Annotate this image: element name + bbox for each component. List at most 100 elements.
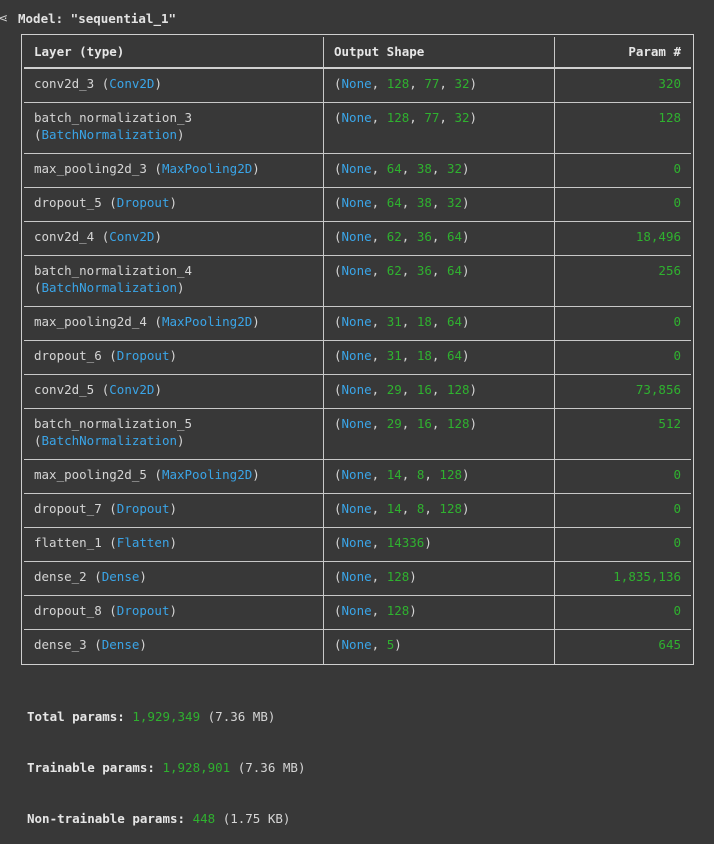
table-row: batch_normalization_5 (BatchNormalizatio… — [24, 409, 691, 460]
output-cell-marker-icon: ⋖ — [0, 11, 9, 25]
output-shape-cell: (None, 14336) — [323, 528, 554, 562]
total-params-line: Total params: 1,929,349 (7.36 MB) — [27, 708, 305, 725]
header-param-count: Param # — [554, 37, 691, 69]
shape-dim: 64 — [446, 314, 463, 329]
output-shape-cell: (None, 14, 8, 128) — [323, 494, 554, 528]
layer-name: batch_normalization_5 — [34, 416, 193, 431]
param-count-cell: 0 — [554, 528, 691, 562]
layer-cell: dropout_7 (Dropout) — [24, 494, 323, 528]
param-count-cell: 256 — [554, 256, 691, 307]
shape-batch-dim: None — [341, 382, 372, 397]
trainable-params-label: Trainable params: — [27, 760, 155, 775]
layer-name: dropout_7 — [34, 501, 102, 516]
shape-dim: 31 — [386, 314, 402, 329]
shape-dim: 64 — [386, 161, 402, 176]
param-count-cell: 0 — [554, 154, 691, 188]
layer-rows: conv2d_3 (Conv2D) (None, 128, 77, 32) 320 b… — [24, 69, 691, 664]
table-row: max_pooling2d_4 (MaxPooling2D) (None, 31,… — [24, 307, 691, 341]
header-layer-type: Layer (type) — [24, 37, 323, 69]
shape-batch-dim: None — [341, 314, 372, 329]
shape-batch-dim: None — [341, 467, 372, 482]
layer-name: max_pooling2d_5 — [34, 467, 147, 482]
layer-cell: dense_3 (Dense) — [34, 637, 147, 652]
table-row: conv2d_3 (Conv2D) (None, 128, 77, 32) 320 — [24, 69, 691, 103]
table-row: conv2d_4 (Conv2D) (None, 62, 36, 64) 18,49… — [24, 222, 691, 256]
table-row: max_pooling2d_3 (MaxPooling2D) (None, 64,… — [24, 154, 691, 188]
output-shape-cell: (None, 62, 36, 64) — [323, 256, 554, 307]
layer-class: Dense — [101, 637, 140, 652]
shape-dim: 16 — [416, 416, 432, 431]
layer-class: Conv2D — [109, 382, 155, 397]
non-trainable-params-line: Non-trainable params: 448 (1.75 KB) — [27, 810, 305, 827]
param-count-cell: 18,496 — [554, 222, 691, 256]
table-row: conv2d_5 (Conv2D) (None, 29, 16, 128) 73,8… — [24, 375, 691, 409]
shape-dim: 29 — [386, 416, 402, 431]
trainable-params-line: Trainable params: 1,928,901 (7.36 MB) — [27, 759, 305, 776]
output-shape-cell: (None, 62, 36, 64) — [323, 222, 554, 256]
output-shape-cell: (None, 128) — [323, 596, 554, 630]
trainable-params-size: (7.36 MB) — [237, 760, 306, 775]
shape-dim: 36 — [416, 229, 432, 244]
shape-dim: 38 — [416, 195, 432, 210]
table-row: dense_3 (Dense) (None, 5) 645 — [24, 630, 691, 664]
param-count-cell: 73,856 — [554, 375, 691, 409]
shape-dim: 32 — [446, 195, 463, 210]
layer-name: dropout_5 — [34, 195, 102, 210]
trainable-params-value: 1,928,901 — [162, 760, 231, 775]
layer-name: dense_2 — [34, 569, 87, 584]
shape-dim: 38 — [416, 161, 432, 176]
output-shape-cell: (None, 31, 18, 64) — [323, 341, 554, 375]
non-trainable-params-label: Non-trainable params: — [27, 811, 186, 826]
shape-batch-dim: None — [341, 161, 372, 176]
layer-class: MaxPooling2D — [161, 467, 253, 482]
non-trainable-params-value: 448 — [192, 811, 216, 826]
output-shape-cell: (None, 5) — [323, 630, 554, 664]
param-count-cell: 1,835,136 — [554, 562, 691, 596]
shape-dim: 8 — [416, 501, 425, 516]
param-count-cell: 512 — [554, 409, 691, 460]
param-count-cell: 0 — [554, 188, 691, 222]
non-trainable-params-size: (1.75 KB) — [222, 811, 291, 826]
layer-class: Conv2D — [109, 229, 155, 244]
shape-dim: 18 — [416, 348, 432, 363]
layer-name: dropout_8 — [34, 603, 102, 618]
layer-class: Flatten — [116, 535, 170, 550]
param-count-cell: 0 — [554, 341, 691, 375]
shape-batch-dim: None — [341, 229, 372, 244]
param-count-cell: 0 — [554, 307, 691, 341]
layer-cell: dense_2 (Dense) — [24, 562, 323, 596]
layer-cell: batch_normalization_3 (BatchNormalizatio… — [24, 103, 323, 154]
layer-cell: dropout_5 (Dropout) — [24, 188, 323, 222]
layer-class: BatchNormalization — [41, 127, 177, 142]
layer-name: batch_normalization_3 — [34, 110, 193, 125]
layer-class: Dense — [101, 569, 140, 584]
layer-name: dense_3 — [34, 637, 87, 652]
layer-class: Dropout — [116, 501, 170, 516]
output-shape-cell: (None, 64, 38, 32) — [323, 154, 554, 188]
layer-name: conv2d_4 — [34, 229, 95, 244]
layer-class: BatchNormalization — [41, 280, 177, 295]
layer-cell: dropout_8 (Dropout) — [24, 596, 323, 630]
layer-cell: batch_normalization_4 (BatchNormalizatio… — [24, 256, 323, 307]
output-shape-cell: (None, 128) — [323, 562, 554, 596]
layer-class: MaxPooling2D — [161, 314, 253, 329]
output-shape-cell: (None, 31, 18, 64) — [323, 307, 554, 341]
shape-dim: 128 — [446, 416, 470, 431]
layer-name: max_pooling2d_4 — [34, 314, 147, 329]
table-row: batch_normalization_4 (BatchNormalizatio… — [24, 256, 691, 307]
output-shape-cell: (None, 29, 16, 128) — [323, 409, 554, 460]
shape-dim: 5 — [386, 637, 395, 652]
output-shape-cell: (None, 29, 16, 128) — [323, 375, 554, 409]
shape-dim: 128 — [386, 603, 410, 618]
shape-dim: 62 — [386, 229, 402, 244]
table-row: max_pooling2d_5 (MaxPooling2D) (None, 14,… — [24, 460, 691, 494]
layer-cell: max_pooling2d_5 (MaxPooling2D) — [24, 460, 323, 494]
shape-dim: 14 — [386, 501, 402, 516]
layer-cell: conv2d_5 (Conv2D) — [24, 375, 323, 409]
total-params-value: 1,929,349 — [132, 709, 201, 724]
param-count-cell: 645 — [554, 630, 691, 664]
shape-dim: 128 — [439, 467, 462, 482]
shape-dim: 14 — [386, 467, 402, 482]
param-count-cell: 0 — [554, 460, 691, 494]
layer-cell: max_pooling2d_4 (MaxPooling2D) — [24, 307, 323, 341]
